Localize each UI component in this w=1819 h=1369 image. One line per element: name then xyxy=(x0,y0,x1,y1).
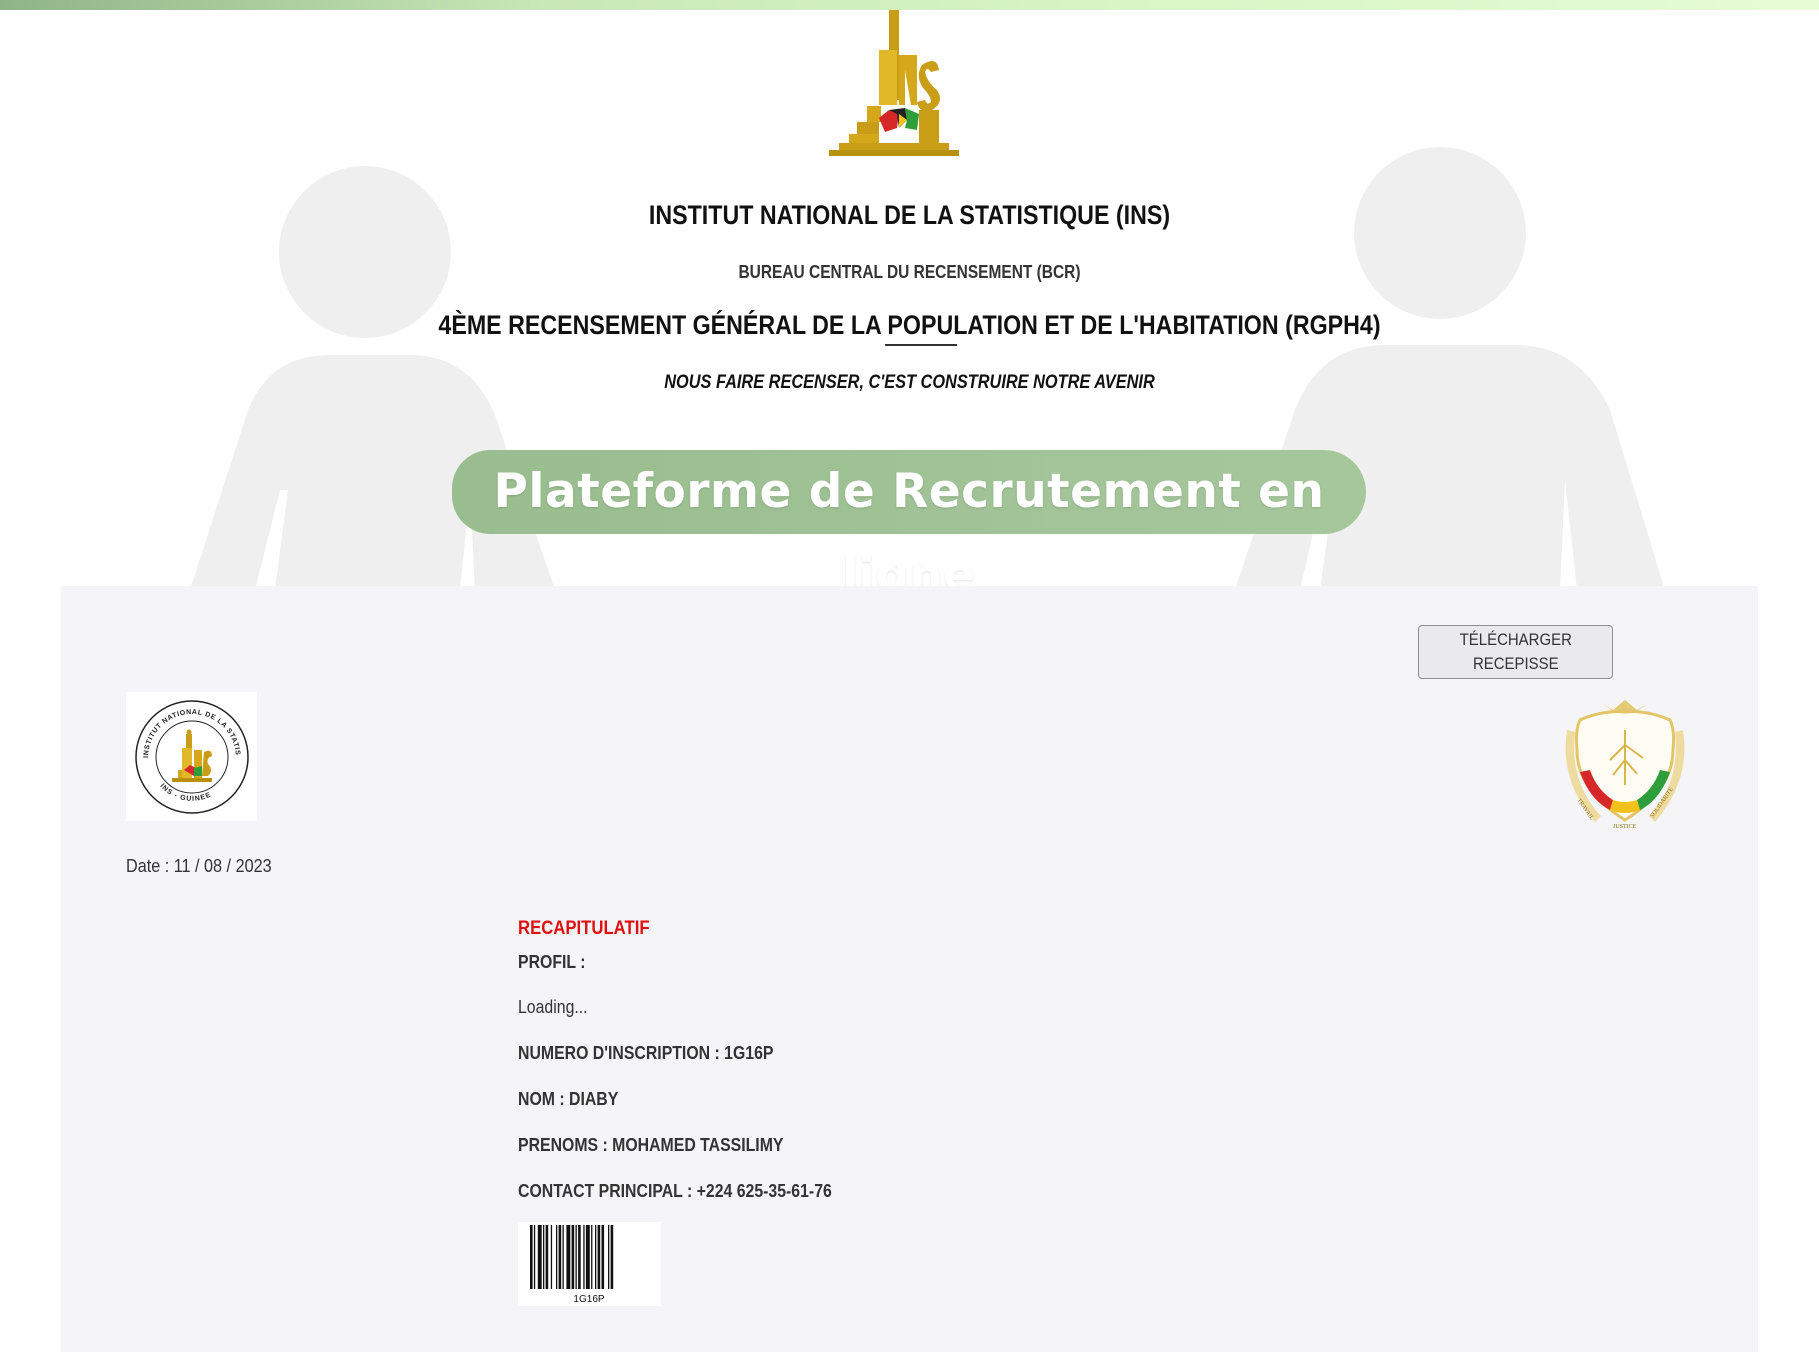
coat-motto-justice: JUSTICE xyxy=(1613,824,1637,830)
receipt-date: Date : 11 / 08 / 2023 xyxy=(126,856,272,876)
inscription-number: NUMERO D'INSCRIPTION : 1G16P xyxy=(518,1043,774,1063)
ins-guinee-seal-icon: INSTITUT NATIONAL DE LA STATISTIQUE INS … xyxy=(126,692,257,821)
institute-title: INSTITUT NATIONAL DE LA STATISTIQUE (INS… xyxy=(648,200,1171,230)
receipt-panel xyxy=(61,586,1758,1352)
nom-field: NOM : DIABY xyxy=(518,1089,619,1109)
text-cursor-underline xyxy=(885,344,957,346)
prenoms-field: PRENOMS : MOHAMED TASSILIMY xyxy=(518,1135,784,1155)
census-title: 4ÈME RECENSEMENT GÉNÉRAL DE LA POPULATIO… xyxy=(438,310,1381,340)
profil-value: Loading... xyxy=(518,997,588,1017)
barcode-icon: 1G16P xyxy=(518,1222,661,1306)
download-button-label-line2: RECEPISSE xyxy=(1472,654,1559,673)
guinea-coat-of-arms-icon: TRAVAIL JUSTICE SOLIDARITE xyxy=(1565,700,1685,830)
bureau-subtitle: BUREAU CENTRAL DU RECENSEMENT (BCR) xyxy=(738,262,1081,282)
top-accent-bar xyxy=(0,0,1819,10)
platform-banner: Plateforme de Recrutement en ligne xyxy=(452,450,1366,603)
recap-title: RECAPITULATIF xyxy=(518,918,650,939)
download-receipt-button[interactable]: TÉLÉCHARGER RECEPISSE xyxy=(1418,625,1613,679)
barcode-text: 1G16P xyxy=(573,1294,604,1305)
slogan: NOUS FAIRE RECENSER, C'EST CONSTRUIRE NO… xyxy=(664,372,1155,393)
profil-label: PROFIL : xyxy=(518,952,586,972)
download-button-label-line1: TÉLÉCHARGER xyxy=(1459,630,1572,649)
ins-logo-icon xyxy=(829,10,959,156)
contact-field: CONTACT PRINCIPAL : +224 625-35-61-76 xyxy=(518,1181,832,1201)
